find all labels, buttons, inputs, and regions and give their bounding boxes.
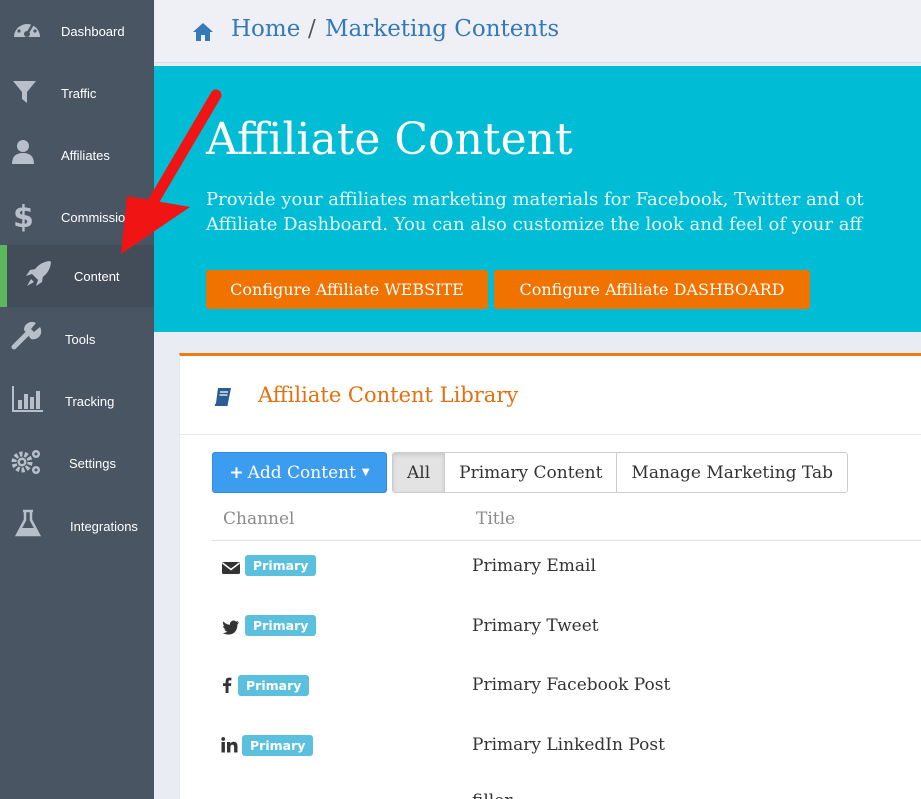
breadcrumb-home-link[interactable]: Home xyxy=(231,16,300,42)
row-title[interactable]: Primary Email xyxy=(472,556,596,576)
sidebar-item-integrations[interactable]: Integrations xyxy=(0,495,154,557)
dollar-icon: $ xyxy=(13,200,34,232)
sidebar-item-label: Tracking xyxy=(65,393,115,409)
add-content-button[interactable]: + Add Content ▼ xyxy=(212,452,387,493)
breadcrumb-separator: / xyxy=(308,16,316,42)
facebook-icon xyxy=(223,677,232,693)
hero-description-line-2: Affiliate Dashboard. You can also custom… xyxy=(206,214,863,235)
sidebar-item-tools[interactable]: Tools xyxy=(0,308,154,370)
hero-banner: Affiliate Content Provide your affiliate… xyxy=(154,66,921,332)
status-badge: Primary xyxy=(238,675,310,696)
sidebar-item-label: Settings xyxy=(69,455,116,471)
caret-down-icon: ▼ xyxy=(361,467,370,478)
rocket-icon xyxy=(26,261,51,286)
sidebar-item-label: Content xyxy=(74,268,120,284)
filter-manage-marketing-tab[interactable]: Manage Marketing Tab xyxy=(617,453,847,492)
sidebar-item-tracking[interactable]: Tracking xyxy=(0,370,154,432)
filter-all[interactable]: All xyxy=(393,453,446,492)
header-divider xyxy=(212,540,921,541)
sidebar: Dashboard Traffic Affiliates $ Commissio… xyxy=(0,0,154,799)
add-content-label: Add Content xyxy=(247,462,356,483)
configure-website-button[interactable]: Configure Affiliate WEBSITE xyxy=(206,270,488,309)
bar-chart-icon xyxy=(12,386,43,412)
flask-icon xyxy=(14,509,42,537)
filter-primary-content[interactable]: Primary Content xyxy=(445,453,618,492)
plus-icon: + xyxy=(229,462,244,483)
row-title[interactable]: filler xyxy=(472,791,512,799)
sidebar-item-label: Traffic xyxy=(61,85,97,101)
funnel-icon xyxy=(13,81,36,103)
status-badge: Primary xyxy=(242,735,314,756)
sidebar-item-label: Dashboard xyxy=(61,23,125,39)
linkedin-icon xyxy=(221,737,238,753)
sidebar-item-commissions[interactable]: $ Commissio xyxy=(0,186,154,248)
hero-description-line-1: Provide your affiliates marketing materi… xyxy=(206,189,864,210)
column-header-channel[interactable]: Channel xyxy=(223,509,295,529)
sidebar-item-label: Commissio xyxy=(61,209,126,225)
sidebar-item-settings[interactable]: Settings xyxy=(0,432,154,494)
sidebar-item-traffic[interactable]: Traffic xyxy=(0,62,154,124)
home-icon[interactable] xyxy=(192,22,214,42)
row-title[interactable]: Primary Tweet xyxy=(472,616,599,636)
envelope-icon xyxy=(222,562,240,574)
card-title: Affiliate Content Library xyxy=(258,383,519,407)
sidebar-item-label: Integrations xyxy=(70,518,138,534)
sidebar-item-label: Tools xyxy=(65,331,96,347)
user-icon xyxy=(12,140,34,164)
book-icon xyxy=(214,388,231,406)
filter-button-group: All Primary Content Manage Marketing Tab xyxy=(392,452,848,493)
card-header: Affiliate Content Library xyxy=(180,356,921,435)
twitter-icon xyxy=(222,620,239,635)
sidebar-item-affiliates[interactable]: Affiliates xyxy=(0,124,154,186)
wrench-icon xyxy=(11,321,42,350)
status-badge: Primary xyxy=(245,555,317,576)
page-title: Affiliate Content xyxy=(206,114,573,165)
breadcrumb-current: Marketing Contents xyxy=(325,16,560,42)
sidebar-item-content[interactable]: Content xyxy=(0,245,154,307)
configure-dashboard-button[interactable]: Configure Affiliate DASHBOARD xyxy=(494,270,810,309)
content-library-card: Affiliate Content Library + Add Content … xyxy=(179,353,921,799)
sidebar-item-dashboard[interactable]: Dashboard xyxy=(0,0,154,62)
row-title[interactable]: Primary Facebook Post xyxy=(472,675,670,695)
status-badge: Primary xyxy=(245,615,317,636)
gears-icon xyxy=(11,450,40,474)
sidebar-item-label: Affiliates xyxy=(61,147,110,163)
row-title[interactable]: Primary LinkedIn Post xyxy=(472,735,665,755)
active-indicator xyxy=(0,245,7,307)
column-header-title[interactable]: Title xyxy=(476,509,515,529)
svg-text:$: $ xyxy=(13,200,34,232)
dashboard-icon xyxy=(14,19,40,37)
